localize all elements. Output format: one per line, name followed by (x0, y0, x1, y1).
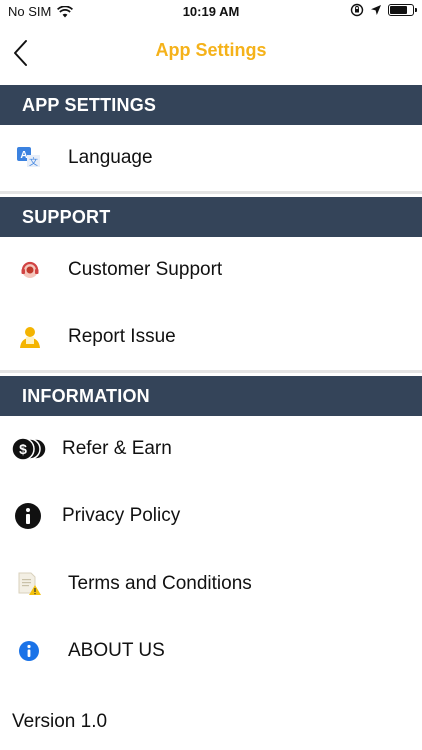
coins-icon: $ (10, 434, 48, 464)
version-label: Version 1.0 (12, 711, 108, 732)
battery-icon (388, 4, 417, 16)
section-header-support: SUPPORT (0, 197, 422, 237)
row-label-customer-support: Customer Support (68, 259, 223, 280)
document-warning-icon (17, 571, 43, 597)
status-bar: No SIM 10:19 AM (0, 0, 422, 24)
section-header-app-settings: APP SETTINGS (0, 85, 422, 125)
row-privacy-policy[interactable]: Privacy Policy (0, 483, 422, 549)
location-arrow-icon (371, 5, 381, 15)
section-header-information: INFORMATION (0, 376, 422, 416)
row-about-us[interactable]: ABOUT US (0, 618, 422, 684)
navigation-bar: App Settings (0, 24, 422, 84)
battery-fill (390, 6, 407, 14)
info-filled-icon (14, 502, 42, 530)
svg-text:$: $ (19, 441, 27, 457)
row-report-issue[interactable]: Report Issue (0, 304, 422, 370)
row-label-language: Language (68, 147, 153, 168)
status-right (350, 3, 417, 17)
svg-text:A: A (20, 150, 27, 161)
divider (0, 370, 422, 373)
row-terms-conditions[interactable]: Terms and Conditions (0, 551, 422, 617)
row-language[interactable]: A 文 Language (0, 125, 422, 191)
headset-icon (18, 258, 42, 282)
orientation-lock-icon (350, 3, 364, 17)
info-blue-icon (18, 640, 40, 662)
translate-icon: A 文 (16, 145, 42, 171)
row-customer-support[interactable]: Customer Support (0, 237, 422, 303)
report-person-icon (17, 324, 43, 350)
row-label-refer-earn: Refer & Earn (62, 438, 172, 459)
divider (0, 191, 422, 194)
row-label-about-us: ABOUT US (68, 640, 165, 661)
row-refer-earn[interactable]: $ Refer & Earn (0, 416, 422, 482)
page-title: App Settings (155, 40, 267, 60)
row-label-privacy-policy: Privacy Policy (62, 505, 181, 526)
row-label-terms-conditions: Terms and Conditions (68, 573, 252, 594)
row-label-report-issue: Report Issue (68, 326, 176, 347)
svg-text:文: 文 (29, 156, 38, 167)
